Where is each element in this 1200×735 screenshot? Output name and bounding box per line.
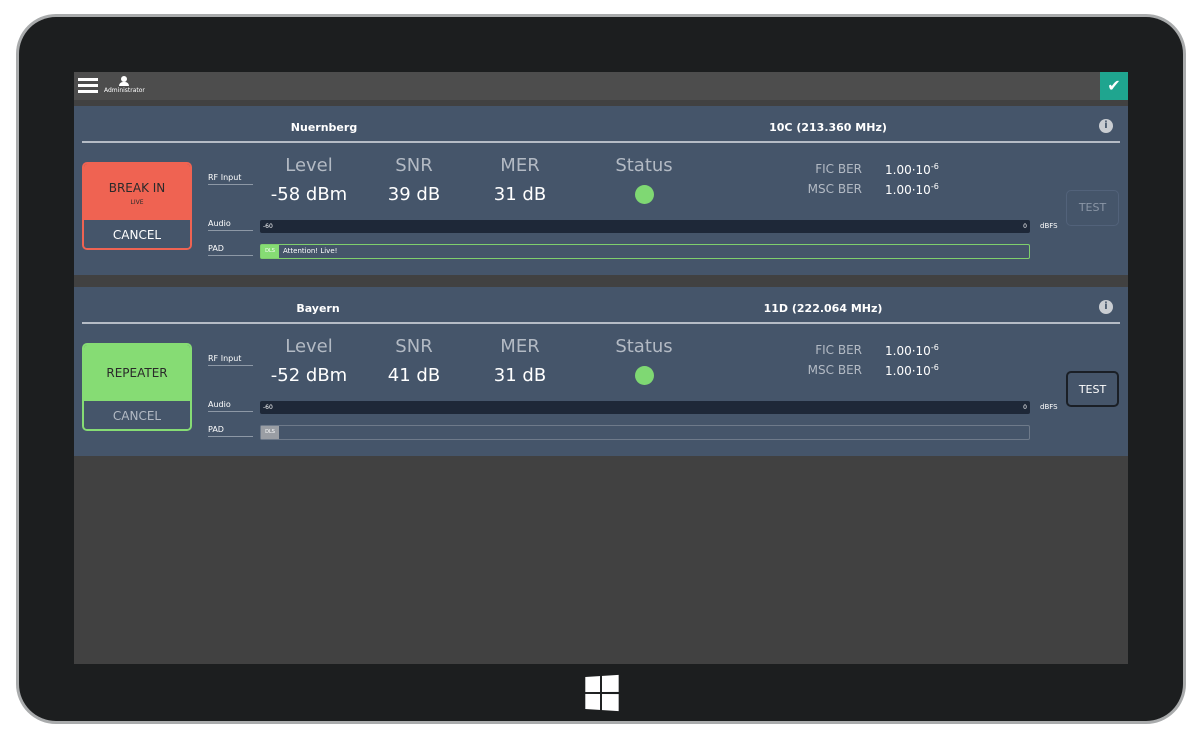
mer-value: 31 dB: [493, 184, 547, 205]
level-value: -58 dBm: [270, 184, 348, 205]
level-header: Level: [285, 155, 333, 176]
screen: Administrator ✔ Nuernberg 10C (213.360 M…: [74, 72, 1128, 664]
user-name: Administrator: [104, 87, 145, 94]
info-icon[interactable]: i: [1099, 300, 1113, 314]
dls-badge: DLS: [261, 426, 279, 439]
audio-label: Audio: [208, 400, 253, 412]
test-button[interactable]: TEST: [1066, 371, 1119, 407]
audio-meter: -60 0: [260, 401, 1030, 414]
windows-logo-icon[interactable]: [585, 674, 619, 712]
test-button[interactable]: TEST: [1066, 190, 1119, 226]
snr-header: SNR: [395, 336, 433, 357]
pad-text: Attention! Live!: [283, 247, 338, 255]
fic-ber-label: FIC BER: [815, 162, 862, 176]
msc-ber-value: 1.00·10-6: [885, 182, 939, 197]
pad-display: DLS: [260, 425, 1030, 440]
info-icon[interactable]: i: [1099, 119, 1113, 133]
dls-badge: DLS: [261, 245, 279, 258]
audio-unit: dBFS: [1040, 403, 1058, 411]
mer-header: MER: [500, 336, 540, 357]
repeater-button[interactable]: REPEATER: [84, 345, 190, 401]
audio-meter: -60 0: [260, 220, 1030, 233]
pad-label: PAD: [208, 244, 253, 256]
action-control: BREAK IN LIVE CANCEL: [82, 162, 192, 250]
station-name: Nuernberg: [290, 121, 358, 134]
divider: [82, 322, 1120, 324]
break-in-button[interactable]: BREAK IN LIVE: [84, 164, 190, 220]
pad-label: PAD: [208, 425, 253, 437]
snr-value: 39 dB: [387, 184, 441, 205]
status-indicator: [635, 366, 654, 385]
msc-ber-label: MSC BER: [807, 363, 862, 377]
rf-input-label: RF Input: [208, 173, 253, 185]
divider: [82, 141, 1120, 143]
action-control: REPEATER CANCEL: [82, 343, 192, 431]
snr-value: 41 dB: [387, 365, 441, 386]
status-header: Status: [615, 336, 673, 357]
cancel-button[interactable]: CANCEL: [84, 220, 190, 248]
station-panel-nuernberg: Nuernberg 10C (213.360 MHz) i BREAK IN LI…: [74, 106, 1128, 275]
audio-unit: dBFS: [1040, 222, 1058, 230]
station-panel-bayern: Bayern 11D (222.064 MHz) i REPEATER CANC…: [74, 287, 1128, 456]
frequency: 11D (222.064 MHz): [763, 302, 883, 315]
rf-input-label: RF Input: [208, 354, 253, 366]
fic-ber-value: 1.00·10-6: [885, 343, 939, 358]
fic-ber-label: FIC BER: [815, 343, 862, 357]
hamburger-menu-icon[interactable]: [78, 78, 98, 94]
break-in-label: BREAK IN: [108, 181, 166, 195]
top-bar: Administrator ✔: [74, 72, 1128, 100]
audio-label: Audio: [208, 219, 253, 231]
check-icon[interactable]: ✔: [1100, 72, 1128, 100]
fic-ber-value: 1.00·10-6: [885, 162, 939, 177]
level-header: Level: [285, 336, 333, 357]
status-header: Status: [615, 155, 673, 176]
frequency: 10C (213.360 MHz): [769, 121, 887, 134]
status-indicator: [635, 185, 654, 204]
pad-display: DLS Attention! Live!: [260, 244, 1030, 259]
live-label: LIVE: [130, 199, 144, 206]
cancel-button[interactable]: CANCEL: [84, 401, 190, 429]
snr-header: SNR: [395, 155, 433, 176]
mer-value: 31 dB: [493, 365, 547, 386]
msc-ber-value: 1.00·10-6: [885, 363, 939, 378]
mer-header: MER: [500, 155, 540, 176]
msc-ber-label: MSC BER: [807, 182, 862, 196]
level-value: -52 dBm: [270, 365, 348, 386]
user-account[interactable]: Administrator: [104, 76, 145, 94]
station-name: Bayern: [296, 302, 340, 315]
